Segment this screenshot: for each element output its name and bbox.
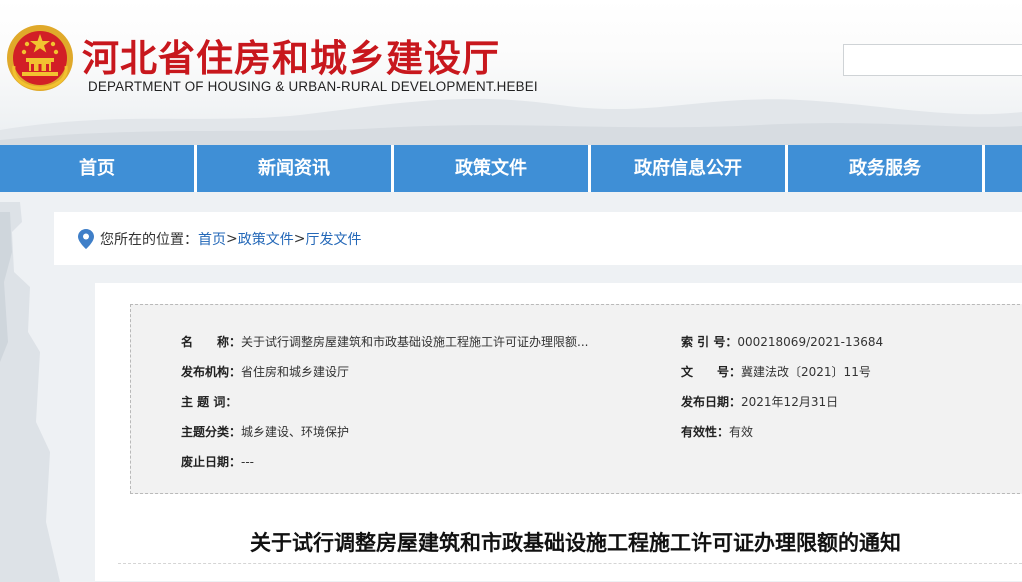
info-org-label: 发布机构： — [181, 365, 242, 379]
info-docno-label: 文 号： — [681, 365, 742, 379]
info-org-row: 发布机构：省住房和城乡建设厅 — [181, 363, 349, 380]
info-expire-row: 废止日期：--- — [181, 453, 254, 470]
nav-item-services[interactable]: 政务服务 — [788, 145, 985, 192]
info-category-row: 主题分类：城乡建设、环境保护 — [181, 423, 349, 440]
info-validity-row: 有效性：有效 — [681, 423, 753, 440]
info-validity-value: 有效 — [729, 425, 754, 439]
site-header: 河北省住房和城乡建设厅 DEPARTMENT OF HOUSING & URBA… — [0, 0, 1022, 145]
location-pin-icon — [78, 228, 94, 249]
breadcrumb-prefix: 您所在的位置： — [100, 231, 198, 248]
breadcrumb-separator: > — [293, 230, 306, 247]
info-expire-value: --- — [241, 455, 255, 469]
info-org-value: 省住房和城乡建设厅 — [241, 365, 350, 379]
site-subtitle: DEPARTMENT OF HOUSING & URBAN-RURAL DEVE… — [88, 79, 538, 94]
info-validity-label: 有效性： — [681, 425, 730, 439]
site-title: 河北省住房和城乡建设厅 — [82, 37, 500, 80]
article-title: 关于试行调整房屋建筑和市政基础设施工程施工许可证办理限额的通知 — [250, 531, 901, 555]
breadcrumb-dept-docs-link[interactable]: 厅发文件 — [305, 229, 361, 249]
title-divider — [118, 563, 1022, 565]
info-expire-label: 废止日期： — [181, 455, 242, 469]
info-keyword-label: 主 题 词： — [181, 395, 238, 409]
main-nav: 首页 新闻资讯 政策文件 政府信息公开 政务服务 — [0, 145, 1022, 192]
info-index-label: 索 引 号： — [681, 335, 738, 349]
info-name-label: 名 称： — [181, 335, 242, 349]
building-background-decoration — [0, 202, 60, 582]
breadcrumb: 您所在的位置： 首页 > 政策文件 > 厅发文件 — [54, 212, 1022, 265]
nav-item-more[interactable] — [985, 145, 1022, 192]
info-docno-value: 冀建法改〔2021〕11号 — [741, 365, 871, 379]
info-index-row: 索 引 号：000218069/2021-13684 — [681, 333, 883, 350]
info-category-value: 城乡建设、环境保护 — [241, 425, 350, 439]
info-name-value: 关于试行调整房屋建筑和市政基础设施工程施工许可证办理限额... — [241, 335, 589, 349]
nav-item-gov-info[interactable]: 政府信息公开 — [591, 145, 788, 192]
nav-item-policy[interactable]: 政策文件 — [394, 145, 591, 192]
info-category-label: 主题分类： — [181, 425, 242, 439]
info-date-value: 2021年12月31日 — [741, 395, 839, 409]
info-index-value: 000218069/2021-13684 — [737, 335, 884, 349]
info-date-label: 发布日期： — [681, 395, 742, 409]
info-docno-row: 文 号：冀建法改〔2021〕11号 — [681, 363, 871, 380]
search-input[interactable] — [843, 44, 1022, 76]
breadcrumb-separator: > — [226, 230, 238, 247]
breadcrumb-home-link[interactable]: 首页 — [198, 229, 226, 249]
national-emblem-icon — [7, 25, 73, 91]
nav-item-home[interactable]: 首页 — [0, 145, 197, 192]
breadcrumb-policy-link[interactable]: 政策文件 — [238, 229, 294, 249]
info-name-row: 名 称：关于试行调整房屋建筑和市政基础设施工程施工许可证办理限额... — [181, 333, 588, 350]
info-date-row: 发布日期：2021年12月31日 — [681, 393, 838, 410]
nav-item-news[interactable]: 新闻资讯 — [197, 145, 394, 192]
info-keyword-row: 主 题 词： — [181, 393, 237, 410]
